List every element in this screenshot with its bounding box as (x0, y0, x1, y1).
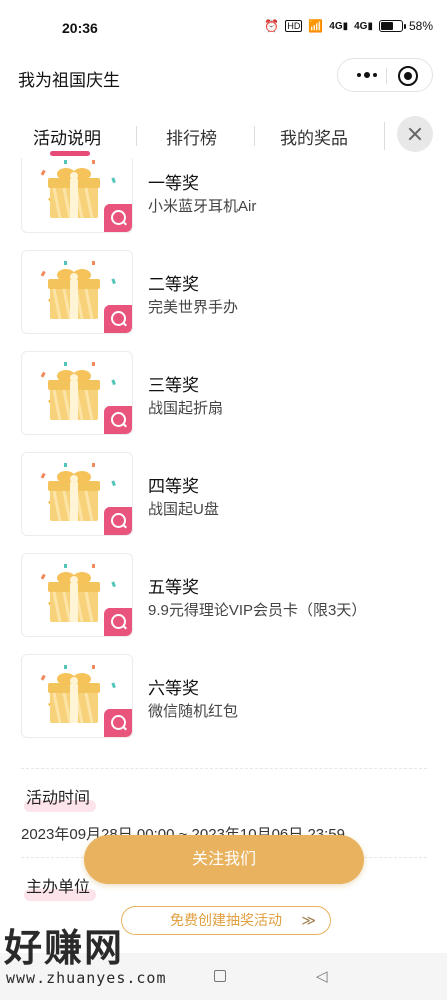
status-icons: ⏰ HD 📶 4G▮ 4G▮ 58% (264, 19, 433, 33)
prize-item[interactable]: 一等奖小米蓝牙耳机Air (0, 150, 447, 235)
prize-name: 小米蓝牙耳机Air (148, 198, 257, 215)
prize-thumbnail[interactable] (21, 150, 133, 233)
prize-name: 9.9元得理论VIP会员卡（限3天） (148, 602, 367, 619)
activity-time-label-text: 活动时间 (26, 790, 91, 807)
signal-4g-icon: 4G▮ (354, 20, 373, 32)
prize-item[interactable]: 六等奖 微信随机红包 (0, 654, 447, 740)
double-chevron-right-icon: ≫ (301, 912, 316, 928)
prize-item[interactable]: 四等奖战国起U盘 (0, 452, 447, 538)
section-divider (21, 768, 427, 769)
alarm-icon: ⏰ (264, 19, 280, 33)
gift-box-icon (46, 364, 102, 422)
watermark-text: 好赚网 (4, 928, 125, 970)
prize-name: 战国起U盘 (148, 501, 219, 518)
tab-my-prizes[interactable]: 我的奖品 (280, 124, 348, 149)
back-icon[interactable]: ◁ (316, 967, 328, 985)
organizer-label: 主办单位 (24, 873, 97, 901)
gift-box-icon (46, 263, 102, 321)
gift-box-icon (46, 667, 102, 725)
tab-divider (384, 122, 385, 150)
tab-leaderboard[interactable]: 排行榜 (166, 124, 217, 149)
gift-box-icon (46, 566, 102, 624)
capsule-divider (386, 68, 387, 84)
battery-icon (378, 20, 406, 32)
search-icon[interactable] (104, 406, 132, 434)
prize-name: 战国起折扇 (148, 400, 224, 417)
wifi-icon: 📶 (308, 19, 324, 33)
mini-program-capsule (337, 58, 433, 92)
prize-thumbnail[interactable] (21, 654, 133, 738)
prize-thumbnail[interactable] (21, 351, 133, 435)
home-icon[interactable] (214, 970, 226, 982)
prize-item[interactable]: 五等奖 9.9元得理论VIP会员卡（限3天） (0, 553, 447, 639)
tab-activity-description[interactable]: 活动说明 (33, 124, 101, 149)
close-icon[interactable] (397, 116, 433, 152)
prize-item[interactable]: 三等奖 战国起折扇 (0, 351, 447, 437)
watermark: 好赚网 www.zhuanyes.com (0, 915, 200, 995)
prize-level: 三等奖 (148, 376, 199, 395)
tab-divider (136, 126, 137, 146)
search-icon[interactable] (104, 305, 132, 333)
gift-box-icon (46, 162, 102, 220)
status-bar: 20:36 ⏰ HD 📶 4G▮ 4G▮ 58% (0, 0, 447, 54)
gift-box-icon (46, 465, 102, 523)
page-title: 我为祖国庆生 (18, 71, 120, 90)
more-options-button[interactable] (352, 67, 382, 83)
prize-level: 二等奖 (148, 275, 199, 294)
hd-icon: HD (285, 20, 303, 32)
tab-bar: 活动说明 排行榜 我的奖品 (0, 114, 447, 158)
prize-item[interactable]: 二等奖 完美世界手办 (0, 250, 447, 336)
battery-text: 58% (408, 19, 433, 33)
title-bar: 我为祖国庆生 (0, 54, 447, 98)
activity-time-label: 活动时间 (24, 784, 97, 812)
prize-level: 四等奖 (148, 477, 199, 496)
signal-4g-icon: 4G▮ (329, 20, 349, 32)
prize-name: 微信随机红包 (148, 703, 239, 720)
prize-thumbnail[interactable] (21, 452, 133, 536)
prize-level: 一等奖 (148, 174, 199, 193)
prize-thumbnail[interactable] (21, 250, 133, 334)
prize-level: 六等奖 (148, 679, 199, 698)
search-icon[interactable] (104, 204, 132, 232)
status-time: 20:36 (62, 20, 98, 36)
prize-thumbnail[interactable] (21, 553, 133, 637)
prize-name: 完美世界手办 (148, 299, 239, 316)
tab-divider (254, 126, 255, 146)
follow-us-button[interactable]: 关注我们 (84, 835, 364, 884)
prize-list: 一等奖小米蓝牙耳机Air 二等奖完美世界手办 三等奖战国起折扇四等奖战国起U盘五等奖… (0, 150, 447, 770)
watermark-url: www.zhuanyes.com (6, 969, 167, 987)
search-icon[interactable] (104, 608, 132, 636)
search-icon[interactable] (104, 507, 132, 535)
close-mini-program-button[interactable] (398, 66, 418, 86)
prize-level: 五等奖 (148, 578, 199, 597)
organizer-label-text: 主办单位 (26, 879, 91, 896)
search-icon[interactable] (104, 709, 132, 737)
tab-active-indicator (50, 151, 90, 156)
